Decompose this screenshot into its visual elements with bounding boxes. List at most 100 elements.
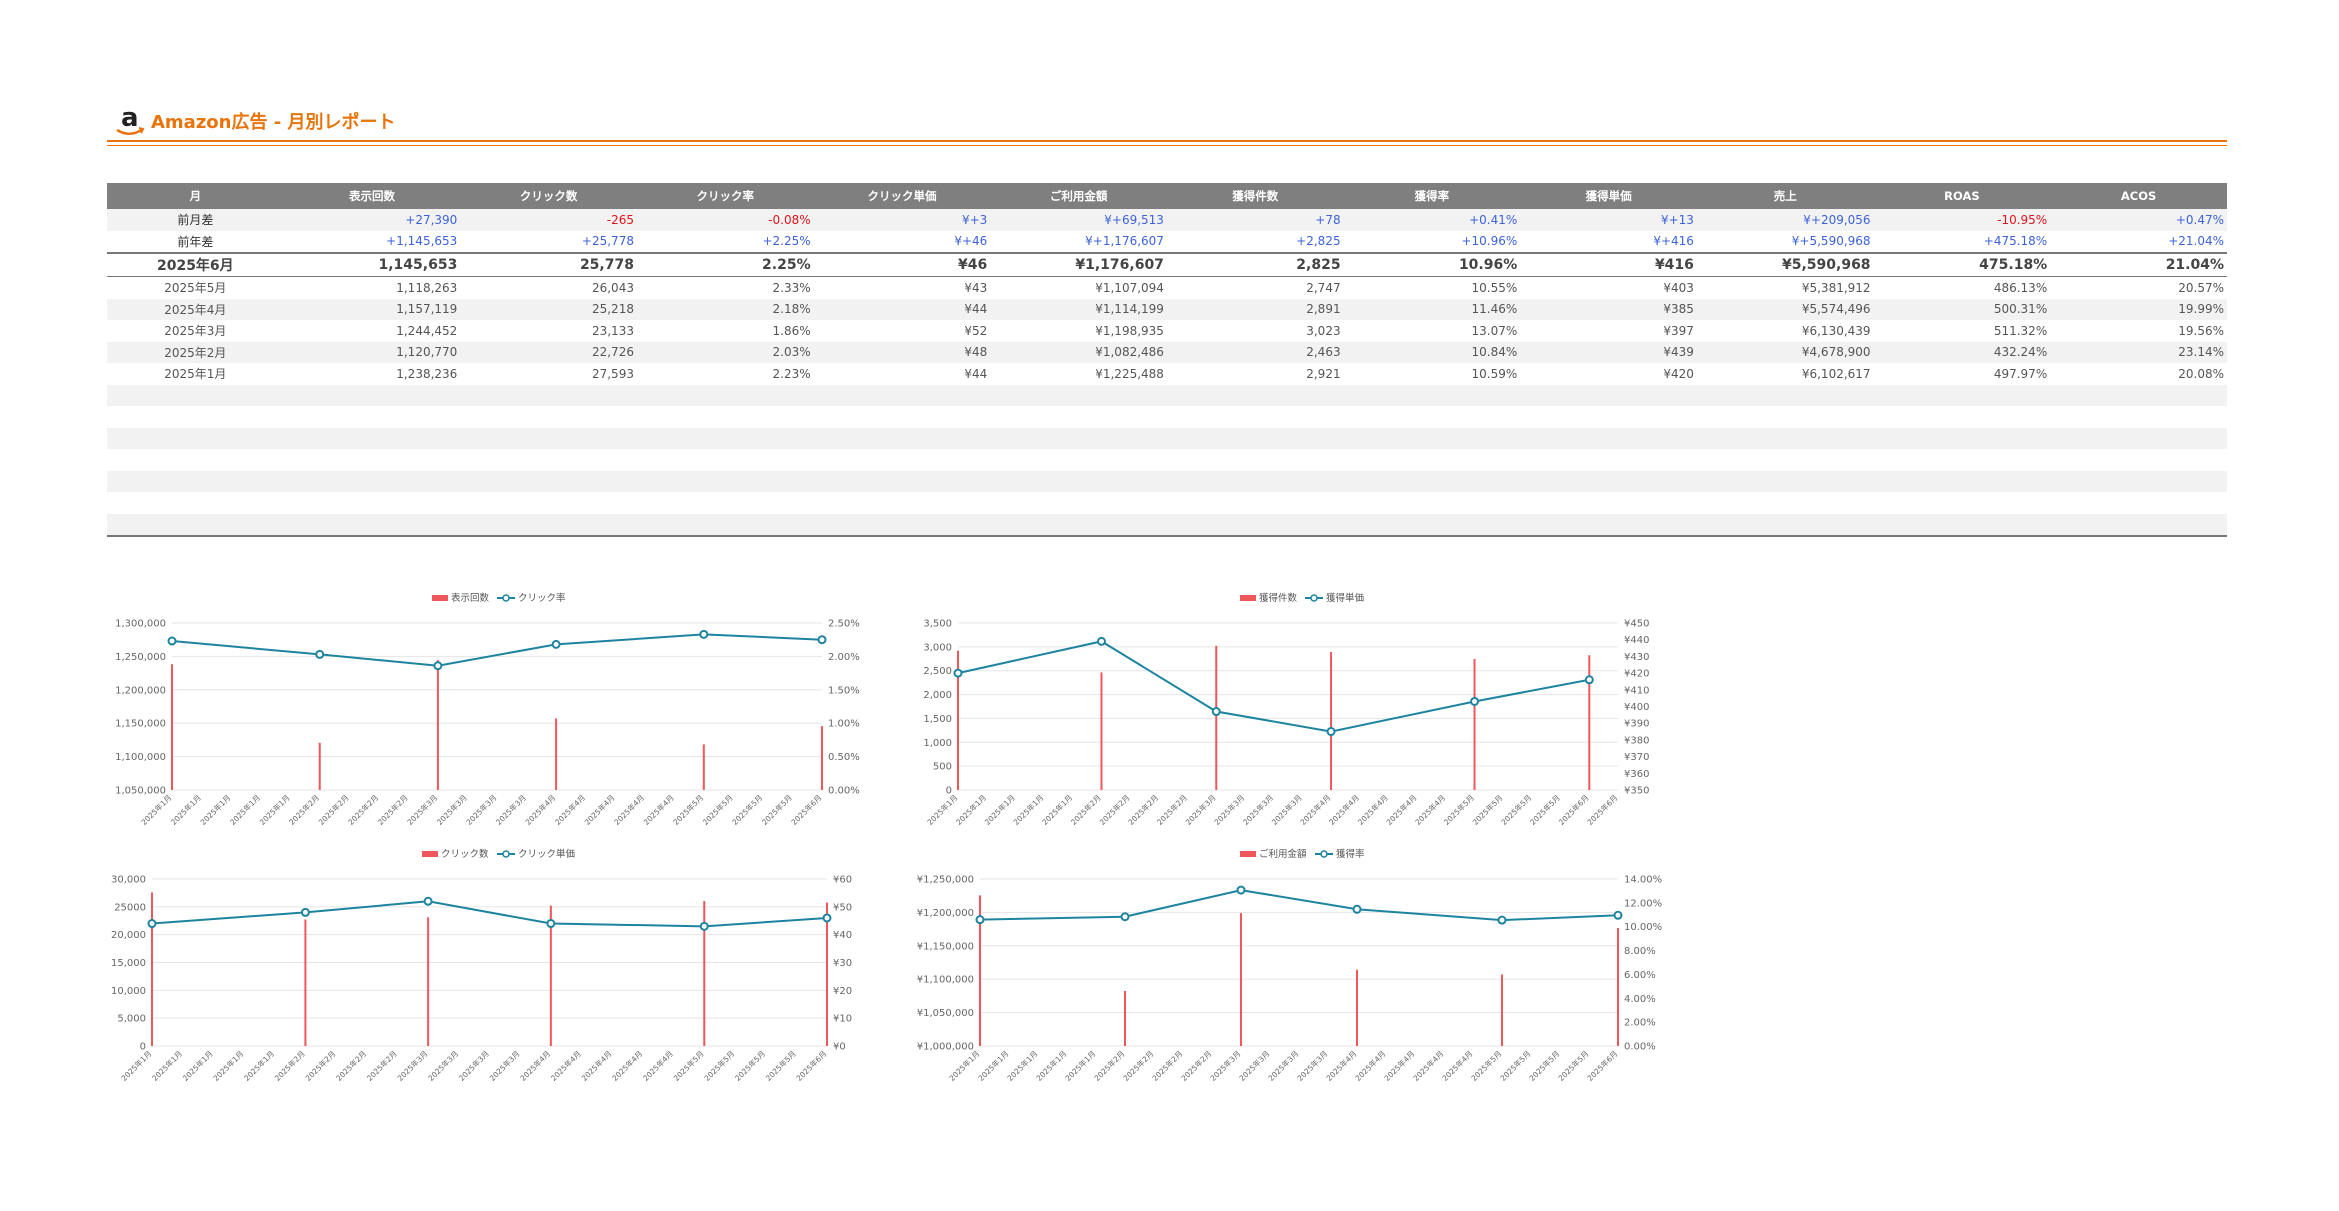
table-cell: +27,390 [283,209,461,231]
empty-row [107,384,2227,406]
column-header: クリック率 [636,183,814,209]
x-tick: 2025年1月 [119,1048,154,1083]
chart-point [1584,675,1594,685]
chart-point [1470,696,1480,706]
table-cell: ¥1,114,199 [990,298,1167,320]
chart-point [975,915,985,925]
table-cell: +21.04% [2168,234,2224,249]
y-left-tick: 2,000 [923,690,952,701]
x-tick: 2025年4月 [579,1048,614,1083]
x-tick: 2025年1月 [242,1048,277,1083]
chart-point [315,649,325,659]
table-cell: ¥439 [1520,341,1697,363]
chart-svg: 獲得件数 獲得単価05001,0001,5002,0002,5003,0003,5… [923,592,1649,827]
chart-clicks-cpc: クリック数 クリック単価 0 5,000 10,000 15,000 20,000 25000… [107,841,887,1091]
table-cell: 20.08% [2178,366,2224,381]
x-tick: 2025年5月 [1527,1048,1562,1083]
table-cell: -0.08% [636,209,814,231]
empty-row [107,492,2227,514]
legend-label: 獲得件数 [1259,592,1298,604]
x-tick: 2025年6月 [1585,1048,1620,1083]
table-cell: 10.96% [1343,252,1521,277]
row-current-month: 2025年6月 1,145,653 25,778 2.25% ¥46 ¥1,176,607… [107,252,2227,277]
x-tick: 2025年2月 [1150,1048,1185,1083]
table-cell: ¥416 [1520,252,1697,277]
x-tick: 2025年4月 [612,792,647,827]
legend-label: クリック単価 [518,848,576,860]
x-tick: 2025年5月 [671,792,706,827]
x-tick: 2025年4月 [553,792,588,827]
empty-row [107,470,2227,492]
table-row: 2025年5月 1,118,263 26,043 2.33% ¥43 ¥1,107,094… [107,277,2227,299]
empty-row [107,449,2227,471]
x-tick: 2025年1月 [198,792,233,827]
x-tick: 2025年1月 [976,1048,1011,1083]
table-cell: 2025年3月 [164,324,227,339]
table-cell: ¥+13 [1520,209,1697,231]
x-tick: 2025年4月 [1440,1048,1475,1083]
table-cell: ¥1,225,488 [1095,366,1164,381]
table-cell: 2,921 [1306,366,1341,381]
table-cell: 23,133 [591,323,634,338]
table-cell: ¥4,678,900 [1696,341,1874,363]
table-cell: ¥44 [813,298,991,320]
x-tick: 2025年2月 [287,792,322,827]
x-tick: 2025年3月 [434,792,469,827]
chart-point [1613,910,1623,920]
column-header: 月 [107,183,284,209]
y-left-tick: ¥1,150,000 [917,941,974,952]
table-cell: 2.25% [636,252,814,277]
table-cell: 25,778 [460,252,637,277]
table-cell: ¥397 [1663,323,1694,338]
legend-bar-swatch [422,851,438,857]
table-cell: ¥6,102,617 [1801,366,1871,381]
x-tick: 2025年5月 [671,1048,706,1083]
x-tick: 2025年3月 [1266,1048,1301,1083]
column-header: 獲得件数 [1166,183,1344,209]
x-tick: 2025年6月 [789,792,824,827]
column-header: クリック単価 [813,183,991,209]
x-tick: 2025年1月 [150,1048,185,1083]
row-month-diff: 前月差 +27,390 -265 -0.08% ¥+3 ¥+69,513 +78 +0.41%… [107,209,2227,231]
table-cell: 22,726 [460,341,637,363]
x-tick: 2025年4月 [1353,1048,1388,1083]
x-tick: 2025年4月 [518,1048,553,1083]
table-cell: ¥+416 [1653,234,1694,249]
chart-point [953,668,963,678]
chart-bar [1124,990,1126,1046]
x-tick: 2025年1月 [168,792,203,827]
table-cell: -10.95% [1873,209,2051,231]
x-tick: 2025年5月 [763,1048,798,1083]
y-right-tick: ¥10 [833,1014,852,1025]
chart-point [1211,707,1221,717]
chart-point [822,913,832,923]
table-cell: ¥+3 [813,209,991,231]
table-cell: 20.57% [2178,280,2224,295]
table-cell: 1,120,770 [283,341,461,363]
column-header: ご利用金額 [990,183,1167,209]
table-cell: +1,145,653 [386,234,458,249]
legend-label: クリック数 [441,848,489,860]
table-cell: ¥46 [813,252,991,277]
table-cell: ¥385 [1520,298,1697,320]
chart-legend: ご利用金額 獲得率 [1240,848,1365,860]
y-right-tick: ¥390 [1624,719,1649,730]
y-left-tick: 1,000 [923,738,952,749]
table-cell: ¥1,082,486 [990,341,1167,363]
x-tick: 2025年1月 [1063,1048,1098,1083]
table-cell: 11.46% [1343,298,1521,320]
x-tick: 2025年2月 [1179,1048,1214,1083]
legend-bar-swatch [432,595,448,601]
column-header: 売上 [1696,183,1874,209]
chart-point [433,661,443,671]
legend-label: 獲得単価 [1326,592,1365,604]
y-right-tick: ¥430 [1624,652,1649,663]
x-tick: 2025年3月 [426,1048,461,1083]
y-left-tick: 1,250,000 [115,652,166,663]
y-left-tick: 500 [933,762,952,773]
chart-point [300,907,310,917]
chart-point [1236,885,1246,895]
x-tick: 2025年4月 [610,1048,645,1083]
table-cell: 432.24% [1873,341,2051,363]
column-header: クリック数 [460,183,637,209]
